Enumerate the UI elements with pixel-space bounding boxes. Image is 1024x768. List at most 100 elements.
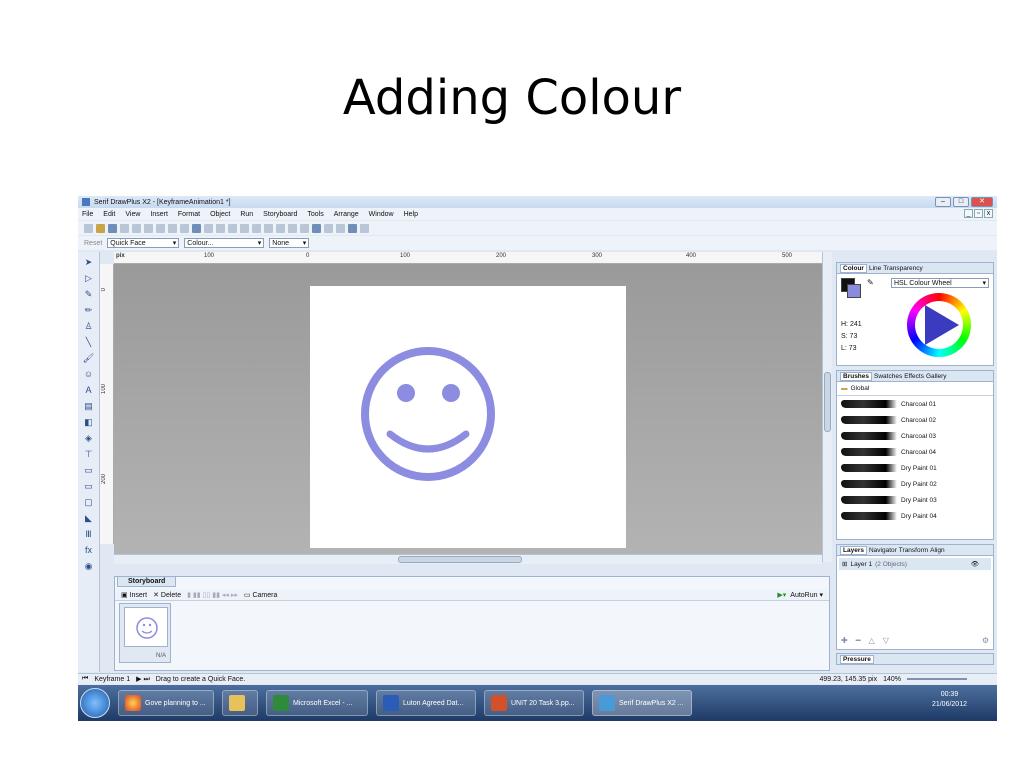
brush-item[interactable]: Dry Paint 04 xyxy=(837,508,993,524)
menu-object[interactable]: Object xyxy=(210,211,230,218)
new-icon[interactable] xyxy=(84,223,93,233)
pointer-tool-icon[interactable]: ➤ xyxy=(83,256,95,268)
drawing-page[interactable] xyxy=(310,286,626,548)
menu-window[interactable]: Window xyxy=(369,211,394,218)
fill-tool-icon[interactable]: ▤ xyxy=(83,400,95,412)
tab-colour[interactable]: Colour xyxy=(840,263,867,273)
flood-tool-icon[interactable]: ◣ xyxy=(83,512,95,524)
taskbar-item-word[interactable]: Luton Agreed Dat... xyxy=(376,690,476,716)
visibility-icon[interactable]: 👁 xyxy=(971,560,979,568)
menu-view[interactable]: View xyxy=(125,211,140,218)
delete-frame-button[interactable]: ✕ Delete xyxy=(153,591,181,599)
line-tool-icon[interactable]: ╲ xyxy=(83,336,95,348)
ungroup-icon[interactable] xyxy=(276,223,285,233)
quickshape-tool-icon[interactable]: ☺ xyxy=(83,368,95,380)
group-icon[interactable] xyxy=(264,223,273,233)
doc-minimize-button[interactable]: _ xyxy=(964,209,973,218)
paste-icon[interactable] xyxy=(168,223,177,233)
text-tool-icon[interactable]: A xyxy=(83,384,95,396)
drawing-canvas[interactable] xyxy=(114,264,822,554)
brush-category-select[interactable]: ▬ Global xyxy=(837,382,993,396)
move-down-icon[interactable]: ▽ xyxy=(883,636,889,645)
menu-insert[interactable]: Insert xyxy=(150,211,168,218)
cut-icon[interactable] xyxy=(144,223,153,233)
pen-tool-icon[interactable]: ♙ xyxy=(83,320,95,332)
doc-close-button[interactable]: x xyxy=(984,209,993,218)
hsl-colour-wheel[interactable] xyxy=(907,293,971,357)
close-button[interactable]: ✕ xyxy=(971,197,993,207)
tab-transform[interactable]: Transform xyxy=(899,547,928,554)
brush-item[interactable]: Dry Paint 01 xyxy=(837,460,993,476)
align-icon[interactable] xyxy=(228,223,237,233)
tab-effects[interactable]: Effects xyxy=(904,373,924,380)
pick-icon[interactable] xyxy=(360,223,369,233)
expand-icon[interactable]: ⊞ xyxy=(842,560,847,568)
undo-icon[interactable] xyxy=(204,223,213,233)
column-tool-icon[interactable]: Ⅲ xyxy=(83,528,95,540)
next-frame-icon[interactable]: ▶ ⏭ xyxy=(136,675,150,684)
tab-transparency[interactable]: Transparency xyxy=(883,265,923,272)
move-up-icon[interactable]: △ xyxy=(869,636,875,645)
brush-item[interactable]: Dry Paint 03 xyxy=(837,492,993,508)
zoom-icon[interactable] xyxy=(348,223,357,233)
preview-icon[interactable] xyxy=(132,223,141,233)
tab-pressure[interactable]: Pressure xyxy=(840,654,874,664)
arrange-icon[interactable] xyxy=(288,223,297,233)
layer-row[interactable]: ⊞ Layer 1 (2 Objects) 👁 xyxy=(839,558,991,570)
shape-select[interactable]: Quick Face ▾ xyxy=(107,238,180,248)
quick-face-shape[interactable] xyxy=(310,286,626,548)
colour-mode-select[interactable]: HSL Colour Wheel ▾ xyxy=(891,278,989,288)
brush-item[interactable]: Charcoal 01 xyxy=(837,396,993,412)
menu-tools[interactable]: Tools xyxy=(307,211,323,218)
node-tool-icon[interactable]: ▷ xyxy=(83,272,95,284)
brush-item[interactable]: Charcoal 04 xyxy=(837,444,993,460)
tab-navigator[interactable]: Navigator xyxy=(869,547,897,554)
minimize-button[interactable]: – xyxy=(935,197,951,207)
eraser-tool-icon[interactable]: ◈ xyxy=(83,432,95,444)
redo-icon[interactable] xyxy=(216,223,225,233)
copy-icon[interactable] xyxy=(156,223,165,233)
layer-properties-icon[interactable]: ⚙ xyxy=(982,636,989,645)
snap-icon[interactable] xyxy=(324,223,333,233)
combine-icon[interactable] xyxy=(300,223,309,233)
taskbar-item-powerpoint[interactable]: UNIT 20 Task 3.pp... xyxy=(484,690,584,716)
3d-tool-icon[interactable]: ◉ xyxy=(83,560,95,572)
menu-run[interactable]: Run xyxy=(240,211,253,218)
menu-edit[interactable]: Edit xyxy=(103,211,115,218)
frame-tool-icon[interactable]: ▭ xyxy=(83,464,95,476)
fx-tool-icon[interactable]: fx xyxy=(83,544,95,556)
play-icon[interactable]: ▶▾ xyxy=(777,591,786,599)
doc-restore-button[interactable]: ▫ xyxy=(974,209,983,218)
paint-tool-icon[interactable]: 🖌 xyxy=(83,352,95,364)
system-clock[interactable]: 00:39 21/06/2012 xyxy=(932,690,967,710)
transparency-tool-icon[interactable]: ◧ xyxy=(83,416,95,428)
add-layer-icon[interactable]: ✚ xyxy=(841,636,848,645)
grid-icon[interactable] xyxy=(312,223,321,233)
insert-frame-button[interactable]: ▣ Insert xyxy=(121,591,147,599)
print-icon[interactable] xyxy=(120,223,129,233)
menu-storyboard[interactable]: Storyboard xyxy=(263,211,297,218)
save-icon[interactable] xyxy=(108,223,117,233)
eyedropper-icon[interactable]: ✎ xyxy=(867,278,874,287)
taskbar-item-explorer[interactable] xyxy=(222,690,258,716)
guides-icon[interactable] xyxy=(336,223,345,233)
taskbar-item-drawplus[interactable]: Serif DrawPlus X2 ... xyxy=(592,690,692,716)
connector-tool-icon[interactable]: ⊤ xyxy=(83,448,95,460)
flip-icon[interactable] xyxy=(240,223,249,233)
insert-icon[interactable] xyxy=(192,223,201,233)
vertical-scrollbar[interactable] xyxy=(822,252,832,562)
tab-layers[interactable]: Layers xyxy=(840,545,867,555)
brush-item[interactable]: Charcoal 03 xyxy=(837,428,993,444)
first-frame-icon[interactable]: ⏮ xyxy=(82,675,88,683)
menu-file[interactable]: File xyxy=(82,211,93,218)
autorun-button[interactable]: AutoRun ▾ xyxy=(790,591,823,599)
line-select[interactable]: None ▾ xyxy=(269,238,310,248)
dimension-tool-icon[interactable]: ▭ xyxy=(83,480,95,492)
tab-line[interactable]: Line xyxy=(869,265,881,272)
open-icon[interactable] xyxy=(96,223,105,233)
vertical-scroll-thumb[interactable] xyxy=(824,372,831,432)
reset-button[interactable]: Reset xyxy=(84,240,102,247)
tab-gallery[interactable]: Gallery xyxy=(926,373,947,380)
start-button[interactable] xyxy=(80,688,110,718)
maximize-button[interactable]: □ xyxy=(953,197,969,207)
